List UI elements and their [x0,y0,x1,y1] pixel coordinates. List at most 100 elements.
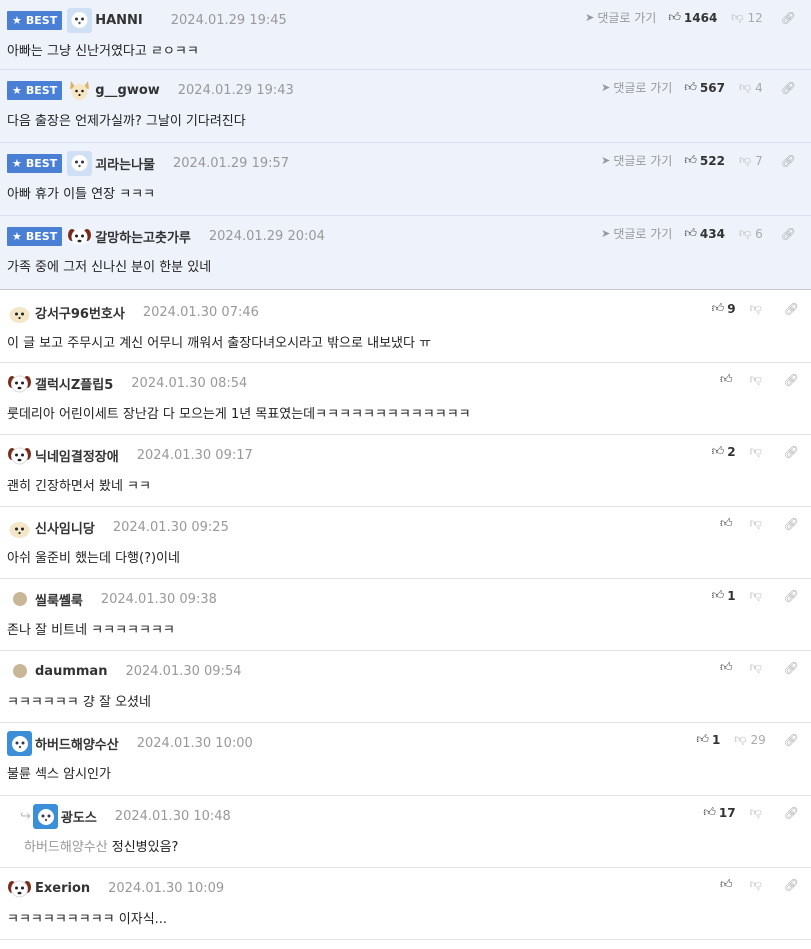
avatar[interactable] [67,223,93,249]
downvote-button[interactable]: 👎︎ [750,877,766,892]
upvote-button[interactable]: 👍︎ [720,372,736,387]
upvote-button[interactable]: 👍︎ 567 [684,80,725,95]
downvote-button[interactable]: 👎︎ 12 [731,10,762,25]
comment-text: 아쉬 울준비 했는데 다행(?)이네 [7,551,180,566]
link-icon[interactable]: 🔗︎ [784,517,799,531]
nickname[interactable]: 괴라는나물 [95,154,155,173]
thumbs-down-icon: 👎︎ [749,588,762,602]
link-icon[interactable]: 🔗︎ [784,733,799,747]
downvote-button[interactable]: 👎︎ 7 [739,153,763,168]
downvote-button[interactable]: 👎︎ [750,805,766,820]
thumbs-up-icon: 👍︎ [703,805,716,819]
avatar[interactable] [7,730,32,756]
star-icon: ★ [12,13,22,27]
downvote-button[interactable]: 👎︎ 29 [734,732,765,747]
avatar[interactable] [7,514,32,540]
avatar[interactable] [32,803,58,829]
upvote-button[interactable]: 👍︎ 1 [696,732,720,747]
comment-row: ★ BEST 괴라는나물 2024.01.29 19:57 아빠 휴가 이틀 연장… [0,143,811,216]
avatar[interactable] [13,664,27,678]
comment-text: 다음 출장은 언제가실까? 그날이 기다려진다 [7,114,246,129]
thumbs-down-icon: 👎︎ [749,301,762,315]
avatar[interactable] [7,299,32,325]
nickname[interactable]: 강서구96번호사 [35,303,125,322]
avatar[interactable] [67,77,93,103]
upvote-button[interactable]: 👍︎ 9 [712,301,736,316]
downvote-button[interactable]: 👎︎ [750,301,766,316]
nickname[interactable]: g__gwow [95,83,160,98]
comment-row: 갤럭시Z플립5 2024.01.30 08:54 룻데리아 어린이세트 장난감 … [0,363,811,435]
link-icon[interactable]: 🔗︎ [784,302,799,316]
upvote-button[interactable]: 👍︎ 17 [703,805,735,820]
comment-row: ★ BEST HANNI 2024.01.29 19:45 아빠는 그냥 신난거였… [0,0,811,70]
upvote-button[interactable]: 👍︎ 522 [684,153,725,168]
link-icon[interactable]: 🔗︎ [784,806,799,820]
link-icon[interactable]: 🔗︎ [781,11,796,25]
nickname[interactable]: 갤럭시Z플립5 [35,374,113,393]
downvote-button[interactable]: 👎︎ [750,516,766,531]
avatar[interactable] [13,592,27,606]
downvote-button[interactable]: 👎︎ 4 [739,80,763,95]
thumbs-down-icon: 👎︎ [738,226,752,240]
comment-date: 2024.01.30 07:46 [142,304,259,320]
avatar[interactable] [7,875,32,901]
goto-comment-link[interactable]: ➤ 댓글로 가기 [585,9,656,26]
thumbs-down-icon: 👎︎ [749,372,762,386]
downvote-button[interactable]: 👎︎ [750,444,766,459]
nickname[interactable]: daumman [35,664,107,679]
comment-date: 2024.01.30 08:54 [131,375,248,391]
nickname[interactable]: 신사임니당 [35,518,95,537]
upvote-button[interactable]: 👍︎ 1 [712,588,736,603]
thumbs-up-icon: 👍︎ [711,301,725,315]
upvote-button[interactable]: 👍︎ 1464 [668,10,717,25]
link-icon[interactable]: 🔗︎ [784,373,799,387]
downvote-button[interactable]: 👎︎ [750,660,766,675]
downvote-button[interactable]: 👎︎ [750,588,766,603]
downvote-button[interactable]: 👎︎ [750,372,766,387]
avatar[interactable] [67,150,93,176]
nickname[interactable]: 하버드해양수산 [35,734,119,753]
goto-comment-link[interactable]: ➤ 댓글로 가기 [601,79,672,96]
comment-text: 괜히 긴장하면서 봤네 ㅋㅋ [7,479,151,494]
nickname[interactable]: 닉네임결정장애 [35,446,119,465]
comment-text: 존나 잘 비트네 ㅋㅋㅋㅋㅋㅋㅋ [7,623,175,638]
send-icon: ➤ [601,227,611,240]
mention-link[interactable]: 하버드해양수산 [24,840,108,855]
upvote-button[interactable]: 👍︎ [720,516,736,531]
nickname[interactable]: 씰룩쎌룩 [35,590,83,609]
comment-text: 룻데리아 어린이세트 장난감 다 모으는게 1년 목표였는데ㅋㅋㅋㅋㅋㅋㅋㅋㅋㅋ… [7,407,471,422]
thumbs-down-icon: 👎︎ [734,732,747,746]
link-icon[interactable]: 🔗︎ [784,878,799,892]
upvote-button[interactable]: 👍︎ 2 [712,444,736,459]
upvote-button[interactable]: 👍︎ [720,877,736,892]
link-icon[interactable]: 🔗︎ [781,227,796,241]
avatar[interactable] [7,442,32,468]
nickname[interactable]: 광도스 [61,807,97,826]
thumbs-up-icon: 👍︎ [684,153,697,167]
comment-date: 2024.01.30 09:25 [112,519,229,535]
thumbs-up-icon: 👍︎ [696,732,709,746]
comment-date: 2024.01.30 09:17 [136,447,253,463]
comment-text: 하버드해양수산 정신병있음? [24,840,179,855]
link-icon[interactable]: 🔗︎ [784,589,799,603]
avatar[interactable] [67,7,93,33]
link-icon[interactable]: 🔗︎ [784,445,799,459]
upvote-button[interactable]: 👍︎ 434 [684,226,725,241]
link-icon[interactable]: 🔗︎ [781,81,796,95]
link-icon[interactable]: 🔗︎ [784,661,799,675]
nickname[interactable]: Exerion [35,881,90,896]
upvote-button[interactable]: 👍︎ [720,660,736,675]
comment-row: 신사임니당 2024.01.30 09:25 아쉬 울준비 했는데 다행(?)이… [0,507,811,579]
goto-comment-link[interactable]: ➤ 댓글로 가기 [601,152,672,169]
nickname[interactable]: 갈망하는고춧가루 [95,227,191,246]
goto-comment-link[interactable]: ➤ 댓글로 가기 [601,225,672,242]
nickname[interactable]: HANNI [95,13,143,28]
avatar[interactable] [7,370,32,396]
comment-date: 2024.01.30 10:09 [108,880,225,896]
link-icon[interactable]: 🔗︎ [781,154,796,168]
downvote-button[interactable]: 👎︎ 6 [739,226,763,241]
comment-date: 2024.01.29 19:43 [177,82,294,98]
comment-list: ★ BEST HANNI 2024.01.29 19:45 아빠는 그냥 신난거였… [0,0,811,940]
comment-row: 닉네임결정장애 2024.01.30 09:17 괜히 긴장하면서 봤네 ㅋㅋ … [0,435,811,507]
comment-text: 아빠는 그냥 신난거였다고 ㄹㅇㅋㅋ [7,44,199,59]
